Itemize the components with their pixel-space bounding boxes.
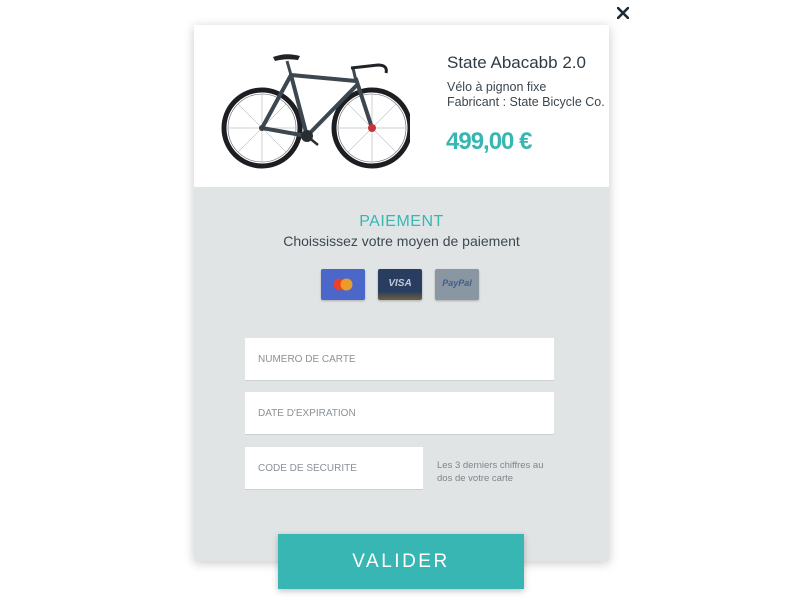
security-code-hint: Les 3 derniers chiffres au dos de votre … — [437, 460, 544, 484]
payment-method-visa[interactable]: VISA — [378, 269, 422, 300]
mastercard-icon — [333, 278, 353, 291]
product-name: State Abacabb 2.0 — [447, 53, 586, 72]
product-summary: State Abacabb 2.0 Vélo à pignon fixe Fab… — [194, 25, 609, 187]
payment-method-paypal[interactable]: PayPal — [435, 269, 479, 300]
fixie-bicycle-image — [221, 54, 410, 169]
expiration-date-input[interactable] — [245, 392, 554, 435]
security-code-input[interactable] — [245, 447, 423, 490]
payment-modal: State Abacabb 2.0 Vélo à pignon fixe Fab… — [194, 25, 609, 561]
close-icon — [617, 7, 629, 19]
product-price: 499,00 € — [446, 128, 532, 155]
product-type: Vélo à pignon fixe — [447, 80, 547, 94]
paypal-icon: PayPal — [442, 278, 472, 288]
validate-button[interactable]: VALIDER — [278, 534, 524, 589]
close-button[interactable] — [612, 2, 634, 24]
payment-title: PAIEMENT — [359, 213, 444, 230]
payment-subtitle: Choississez votre moyen de paiement — [283, 233, 520, 249]
payment-method-mastercard[interactable] — [321, 269, 365, 300]
product-manufacturer: Fabricant : State Bicycle Co. — [447, 95, 605, 109]
card-number-input[interactable] — [245, 338, 554, 381]
visa-icon: VISA — [388, 278, 412, 289]
